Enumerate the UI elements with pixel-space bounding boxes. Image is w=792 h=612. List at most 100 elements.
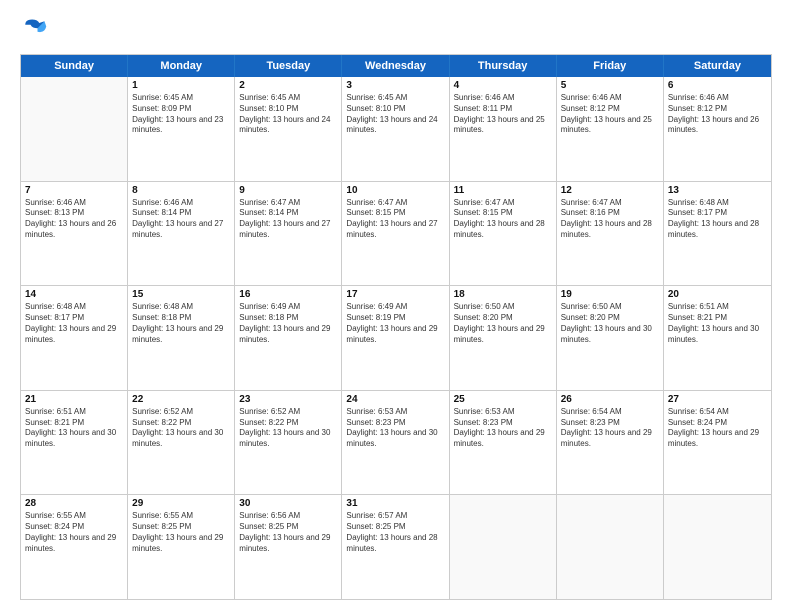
day-cell-14: 14 Sunrise: 6:48 AMSunset: 8:17 PMDaylig… (21, 286, 128, 390)
day-number: 29 (132, 498, 230, 509)
day-cell-3: 3 Sunrise: 6:45 AMSunset: 8:10 PMDayligh… (342, 77, 449, 181)
empty-cell-4-4 (450, 495, 557, 599)
day-number: 13 (668, 185, 767, 196)
cell-info: Sunrise: 6:46 AMSunset: 8:12 PMDaylight:… (561, 93, 659, 136)
cell-info: Sunrise: 6:46 AMSunset: 8:11 PMDaylight:… (454, 93, 552, 136)
day-cell-12: 12 Sunrise: 6:47 AMSunset: 8:16 PMDaylig… (557, 182, 664, 286)
day-number: 10 (346, 185, 444, 196)
cell-info: Sunrise: 6:54 AMSunset: 8:23 PMDaylight:… (561, 407, 659, 450)
day-cell-1: 1 Sunrise: 6:45 AMSunset: 8:09 PMDayligh… (128, 77, 235, 181)
cell-info: Sunrise: 6:48 AMSunset: 8:17 PMDaylight:… (668, 198, 767, 241)
cell-info: Sunrise: 6:45 AMSunset: 8:09 PMDaylight:… (132, 93, 230, 136)
day-cell-13: 13 Sunrise: 6:48 AMSunset: 8:17 PMDaylig… (664, 182, 771, 286)
cell-info: Sunrise: 6:51 AMSunset: 8:21 PMDaylight:… (25, 407, 123, 450)
day-cell-20: 20 Sunrise: 6:51 AMSunset: 8:21 PMDaylig… (664, 286, 771, 390)
day-number: 22 (132, 394, 230, 405)
day-number: 3 (346, 80, 444, 91)
logo (20, 16, 52, 44)
day-cell-21: 21 Sunrise: 6:51 AMSunset: 8:21 PMDaylig… (21, 391, 128, 495)
day-number: 31 (346, 498, 444, 509)
day-cell-24: 24 Sunrise: 6:53 AMSunset: 8:23 PMDaylig… (342, 391, 449, 495)
cell-info: Sunrise: 6:55 AMSunset: 8:24 PMDaylight:… (25, 511, 123, 554)
page: SundayMondayTuesdayWednesdayThursdayFrid… (0, 0, 792, 612)
header-day-monday: Monday (128, 55, 235, 77)
header (20, 16, 772, 44)
calendar: SundayMondayTuesdayWednesdayThursdayFrid… (20, 54, 772, 600)
day-cell-30: 30 Sunrise: 6:56 AMSunset: 8:25 PMDaylig… (235, 495, 342, 599)
day-cell-10: 10 Sunrise: 6:47 AMSunset: 8:15 PMDaylig… (342, 182, 449, 286)
day-number: 23 (239, 394, 337, 405)
day-cell-4: 4 Sunrise: 6:46 AMSunset: 8:11 PMDayligh… (450, 77, 557, 181)
cell-info: Sunrise: 6:50 AMSunset: 8:20 PMDaylight:… (454, 302, 552, 345)
day-number: 17 (346, 289, 444, 300)
calendar-row-1: 7 Sunrise: 6:46 AMSunset: 8:13 PMDayligh… (21, 182, 771, 287)
day-cell-9: 9 Sunrise: 6:47 AMSunset: 8:14 PMDayligh… (235, 182, 342, 286)
day-cell-5: 5 Sunrise: 6:46 AMSunset: 8:12 PMDayligh… (557, 77, 664, 181)
cell-info: Sunrise: 6:45 AMSunset: 8:10 PMDaylight:… (239, 93, 337, 136)
day-number: 14 (25, 289, 123, 300)
day-number: 12 (561, 185, 659, 196)
day-number: 20 (668, 289, 767, 300)
day-cell-11: 11 Sunrise: 6:47 AMSunset: 8:15 PMDaylig… (450, 182, 557, 286)
day-number: 11 (454, 185, 552, 196)
day-number: 1 (132, 80, 230, 91)
day-cell-29: 29 Sunrise: 6:55 AMSunset: 8:25 PMDaylig… (128, 495, 235, 599)
cell-info: Sunrise: 6:53 AMSunset: 8:23 PMDaylight:… (346, 407, 444, 450)
cell-info: Sunrise: 6:56 AMSunset: 8:25 PMDaylight:… (239, 511, 337, 554)
header-day-friday: Friday (557, 55, 664, 77)
cell-info: Sunrise: 6:57 AMSunset: 8:25 PMDaylight:… (346, 511, 444, 554)
day-number: 2 (239, 80, 337, 91)
cell-info: Sunrise: 6:51 AMSunset: 8:21 PMDaylight:… (668, 302, 767, 345)
day-cell-22: 22 Sunrise: 6:52 AMSunset: 8:22 PMDaylig… (128, 391, 235, 495)
cell-info: Sunrise: 6:52 AMSunset: 8:22 PMDaylight:… (239, 407, 337, 450)
empty-cell-4-5 (557, 495, 664, 599)
day-number: 28 (25, 498, 123, 509)
cell-info: Sunrise: 6:46 AMSunset: 8:12 PMDaylight:… (668, 93, 767, 136)
day-number: 18 (454, 289, 552, 300)
day-cell-28: 28 Sunrise: 6:55 AMSunset: 8:24 PMDaylig… (21, 495, 128, 599)
empty-cell-4-6 (664, 495, 771, 599)
cell-info: Sunrise: 6:52 AMSunset: 8:22 PMDaylight:… (132, 407, 230, 450)
cell-info: Sunrise: 6:49 AMSunset: 8:19 PMDaylight:… (346, 302, 444, 345)
cell-info: Sunrise: 6:55 AMSunset: 8:25 PMDaylight:… (132, 511, 230, 554)
day-cell-8: 8 Sunrise: 6:46 AMSunset: 8:14 PMDayligh… (128, 182, 235, 286)
cell-info: Sunrise: 6:48 AMSunset: 8:18 PMDaylight:… (132, 302, 230, 345)
cell-info: Sunrise: 6:48 AMSunset: 8:17 PMDaylight:… (25, 302, 123, 345)
day-number: 21 (25, 394, 123, 405)
cell-info: Sunrise: 6:50 AMSunset: 8:20 PMDaylight:… (561, 302, 659, 345)
day-number: 26 (561, 394, 659, 405)
calendar-row-2: 14 Sunrise: 6:48 AMSunset: 8:17 PMDaylig… (21, 286, 771, 391)
header-day-tuesday: Tuesday (235, 55, 342, 77)
calendar-body: 1 Sunrise: 6:45 AMSunset: 8:09 PMDayligh… (21, 77, 771, 599)
day-number: 30 (239, 498, 337, 509)
day-cell-19: 19 Sunrise: 6:50 AMSunset: 8:20 PMDaylig… (557, 286, 664, 390)
day-cell-31: 31 Sunrise: 6:57 AMSunset: 8:25 PMDaylig… (342, 495, 449, 599)
cell-info: Sunrise: 6:47 AMSunset: 8:15 PMDaylight:… (346, 198, 444, 241)
cell-info: Sunrise: 6:49 AMSunset: 8:18 PMDaylight:… (239, 302, 337, 345)
day-cell-23: 23 Sunrise: 6:52 AMSunset: 8:22 PMDaylig… (235, 391, 342, 495)
header-day-wednesday: Wednesday (342, 55, 449, 77)
cell-info: Sunrise: 6:46 AMSunset: 8:13 PMDaylight:… (25, 198, 123, 241)
cell-info: Sunrise: 6:46 AMSunset: 8:14 PMDaylight:… (132, 198, 230, 241)
day-cell-27: 27 Sunrise: 6:54 AMSunset: 8:24 PMDaylig… (664, 391, 771, 495)
cell-info: Sunrise: 6:53 AMSunset: 8:23 PMDaylight:… (454, 407, 552, 450)
cell-info: Sunrise: 6:54 AMSunset: 8:24 PMDaylight:… (668, 407, 767, 450)
day-number: 16 (239, 289, 337, 300)
day-cell-17: 17 Sunrise: 6:49 AMSunset: 8:19 PMDaylig… (342, 286, 449, 390)
day-cell-6: 6 Sunrise: 6:46 AMSunset: 8:12 PMDayligh… (664, 77, 771, 181)
day-number: 27 (668, 394, 767, 405)
day-number: 19 (561, 289, 659, 300)
empty-cell-0-0 (21, 77, 128, 181)
cell-info: Sunrise: 6:47 AMSunset: 8:15 PMDaylight:… (454, 198, 552, 241)
day-number: 6 (668, 80, 767, 91)
calendar-row-4: 28 Sunrise: 6:55 AMSunset: 8:24 PMDaylig… (21, 495, 771, 599)
day-number: 15 (132, 289, 230, 300)
day-number: 8 (132, 185, 230, 196)
header-day-saturday: Saturday (664, 55, 771, 77)
day-number: 24 (346, 394, 444, 405)
day-cell-18: 18 Sunrise: 6:50 AMSunset: 8:20 PMDaylig… (450, 286, 557, 390)
logo-icon (20, 16, 48, 44)
header-day-sunday: Sunday (21, 55, 128, 77)
calendar-header: SundayMondayTuesdayWednesdayThursdayFrid… (21, 55, 771, 77)
day-cell-16: 16 Sunrise: 6:49 AMSunset: 8:18 PMDaylig… (235, 286, 342, 390)
